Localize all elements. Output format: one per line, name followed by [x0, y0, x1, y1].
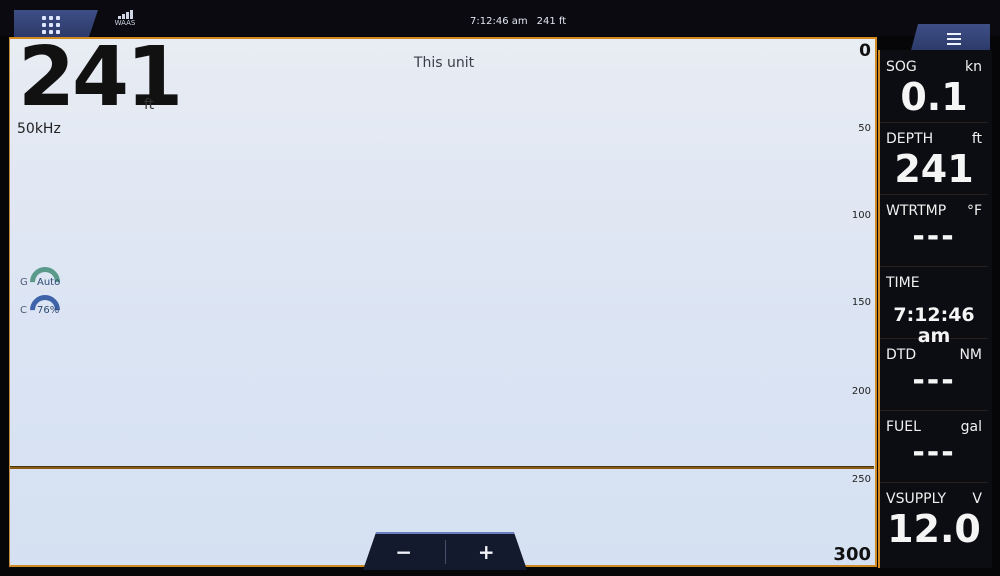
data-tile-water-temp[interactable]: WTRTMP °F --- [880, 194, 988, 267]
color-value: 76% [37, 305, 60, 316]
sonar-pane[interactable]: This unit 241 ft 50kHz G Auto C 76% 0 50… [9, 37, 877, 567]
tile-unit: V [972, 491, 982, 507]
tile-unit: gal [960, 419, 982, 435]
tile-label: WTRTMP [886, 203, 947, 219]
data-tile-depth[interactable]: DEPTH ft 241 [880, 122, 988, 195]
tile-label: DTD [886, 347, 917, 363]
gps-label: WAAS [114, 19, 136, 27]
tile-label: VSUPPLY [886, 491, 947, 507]
status-time: 7:12:46 am [470, 16, 528, 27]
zoom-controls: − + [363, 532, 527, 570]
depth-scale-tick: 250 [851, 474, 871, 485]
tile-value: --- [912, 219, 956, 254]
gps-status-icon: WAAS [112, 10, 138, 28]
gain-label: G [20, 277, 28, 288]
depth-scale-tick: 100 [851, 210, 871, 221]
depth-scale-tick: 200 [851, 386, 871, 397]
depth-scale-tick: 50 [858, 123, 871, 134]
tile-value: 0.1 [900, 75, 968, 119]
tile-label: DEPTH [886, 131, 934, 147]
data-tile-dtd[interactable]: DTD NM --- [880, 338, 988, 411]
color-label: C [20, 305, 27, 316]
data-tile-fuel[interactable]: FUEL gal --- [880, 410, 988, 483]
zoom-out-button[interactable]: − [363, 534, 445, 570]
status-readout: 7:12:46 am 241 ft [470, 16, 575, 27]
depth-scale-tick: 150 [851, 297, 871, 308]
tile-label: FUEL [886, 419, 921, 435]
data-tile-time[interactable]: TIME 7:12:46 am [880, 266, 988, 346]
bottom-return-line [10, 466, 874, 469]
tile-unit: kn [965, 59, 982, 75]
tile-value: --- [912, 363, 956, 398]
tile-value: 241 [894, 147, 974, 191]
zoom-in-button[interactable]: + [446, 534, 528, 570]
hamburger-menu-icon [947, 33, 961, 45]
tile-label: SOG [886, 59, 917, 75]
tile-unit: °F [966, 203, 982, 219]
tile-unit: NM [959, 347, 982, 363]
tile-label: TIME [886, 275, 920, 291]
frequency-label: 50kHz [17, 121, 61, 137]
status-depth: 241 ft [536, 16, 567, 27]
depth-readout: 241 [18, 30, 183, 125]
tile-value: --- [912, 435, 956, 470]
tile-unit: ft [971, 131, 982, 147]
gain-gauge[interactable]: G Auto [20, 260, 80, 304]
color-gauge[interactable]: C 76% [20, 288, 80, 332]
tile-value: 12.0 [887, 507, 981, 551]
data-tile-sog[interactable]: SOG kn 0.1 [880, 50, 988, 123]
depth-unit: ft [144, 97, 155, 113]
depth-scale-top: 0 [859, 41, 871, 61]
data-tile-vsupply[interactable]: VSUPPLY V 12.0 [880, 482, 988, 554]
depth-scale-bottom: 300 [833, 544, 871, 565]
gain-value: Auto [37, 277, 61, 288]
data-panel: SOG kn 0.1 DEPTH ft 241 WTRTMP °F --- TI… [878, 50, 992, 568]
